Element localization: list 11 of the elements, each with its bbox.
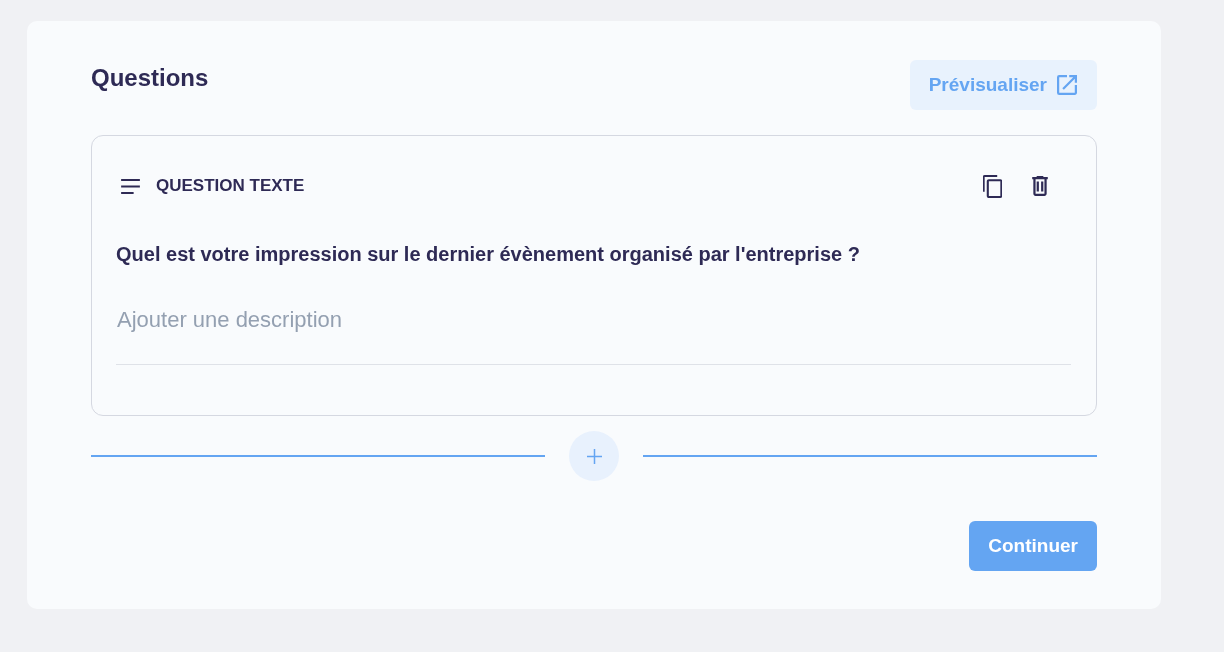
lines-icon	[121, 178, 140, 194]
section-title: Questions	[91, 63, 209, 93]
continue-button[interactable]: Continuer	[969, 521, 1097, 571]
description-field[interactable]: Ajouter une description	[116, 301, 1071, 365]
external-link-icon	[1057, 75, 1077, 95]
preview-button[interactable]: Prévisualiser	[909, 60, 1097, 110]
plus-icon	[586, 448, 602, 464]
copy-icon[interactable]	[983, 174, 1002, 198]
question-title: Quel est votre impression sur le dernier évènement organisé par l'entreprise ?	[116, 242, 861, 267]
question-type-label: QUESTION TEXTE	[156, 176, 305, 196]
trash-icon[interactable]	[1032, 176, 1048, 196]
